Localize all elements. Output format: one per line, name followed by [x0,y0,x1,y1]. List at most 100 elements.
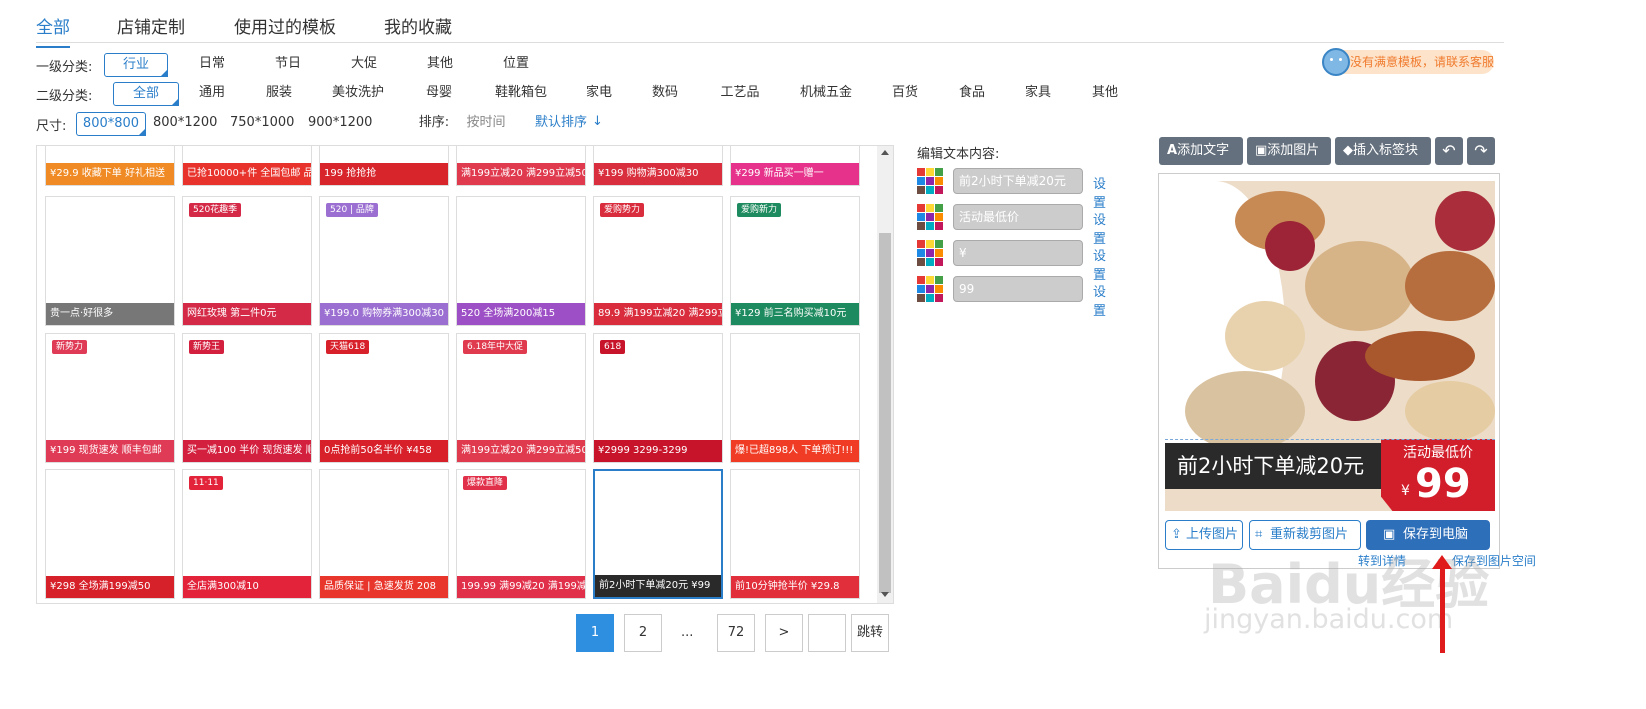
color-swatch [926,204,934,212]
grid-scrollbar[interactable] [877,146,893,603]
color-palette-icon[interactable] [917,168,943,194]
text-settings-link[interactable]: 设置 [1093,173,1106,211]
template-tile[interactable]: ¥199 购物满300减30 [593,146,723,186]
template-tile[interactable]: 520 全场满200减15 [456,196,586,326]
filter-chip-hardware[interactable]: 机械五金 [793,82,859,106]
template-badge: 618 [600,340,626,354]
filter-chip-baby[interactable]: 母婴 [416,82,462,106]
filter-chip-digital[interactable]: 数码 [645,82,685,106]
filter-chip-furniture[interactable]: 家具 [1018,82,1058,106]
filter-chip-clothing[interactable]: 服装 [251,82,307,106]
text-content-input[interactable]: 99 [953,276,1083,302]
template-tile[interactable]: 前10分钟抢半价 ¥29.8 [730,469,860,599]
text-settings-link[interactable]: 设置 [1093,245,1106,283]
tab-used-templates[interactable]: 使用过的模板 [234,13,336,38]
text-settings-link[interactable]: 设置 [1093,209,1106,247]
color-swatch [926,222,934,230]
size-chip-800x1200[interactable]: 800*1200 [153,112,217,136]
template-tile[interactable]: 已抢10000+件 全国包邮 品质保证 [182,146,312,186]
page-1-button[interactable]: 1 [576,614,614,652]
filter-chip-beauty[interactable]: 美妆洗护 [326,82,390,106]
template-tile[interactable]: 贵一点·好很多 [45,196,175,326]
color-swatch [935,168,943,176]
template-tile[interactable]: 618 ¥2999 3299-3299 [593,333,723,463]
template-tile[interactable]: 前2小时下单减20元 ¥99 [593,469,723,599]
filter-chip-general-goods[interactable]: 百货 [885,82,925,106]
filter-chip-shoes-bags[interactable]: 鞋靴箱包 [488,82,554,106]
filter-chip-other[interactable]: 其他 [410,53,470,77]
template-tile[interactable]: 爆款直降 199.99 满99减20 满199减30 [456,469,586,599]
undo-icon[interactable]: ↶ [1435,137,1463,165]
template-tile[interactable]: 6.18年中大促 满199立减20 满299立减50 [456,333,586,463]
filter-chip-food[interactable]: 食品 [952,82,992,106]
text-content-input[interactable]: 活动最低价 [953,204,1083,230]
template-tile[interactable]: ¥298 全场满199减50 [45,469,175,599]
template-tile[interactable]: 天猫618 0点抢前50名半价 ¥458 [319,333,449,463]
text-content-input[interactable]: ¥ [953,240,1083,266]
page-jump-button[interactable]: 跳转 [851,614,889,652]
size-chip-900x1200[interactable]: 900*1200 [308,112,372,136]
template-caption: 满199立减20 满299立减50 [457,163,585,185]
preview-canvas[interactable]: 前2小时下单减20元 活动最低价 ¥ 99 [1165,181,1495,511]
tab-favorites[interactable]: 我的收藏 [384,13,452,38]
color-swatch [917,294,925,302]
text-content-input[interactable]: 前2小时下单减20元 [953,168,1083,194]
tab-all[interactable]: 全部 [36,13,70,48]
template-tile[interactable]: ¥299 新品买一赠一 [730,146,860,186]
template-grid: ¥29.9 收藏下单 好礼相送已抢10000+件 全国包邮 品质保证 199 抢抢… [36,145,894,604]
template-tile[interactable]: 满199立减20 满299立减50 [456,146,586,186]
scroll-thumb[interactable] [879,233,891,593]
add-text-button[interactable]: A添加文字 [1159,137,1243,165]
color-swatch [935,294,943,302]
sort-by-time[interactable]: 按时间 [464,112,508,136]
color-palette-icon[interactable] [917,276,943,302]
sort-default[interactable]: 默认排序 [532,112,590,136]
add-image-button[interactable]: ▣添加图片 [1247,137,1331,165]
color-swatch [917,177,925,185]
color-palette-icon[interactable] [917,240,943,266]
filter-chip-position[interactable]: 位置 [486,53,546,77]
template-tile[interactable]: 11·11 全店满300减10 [182,469,312,599]
filter-chip-general[interactable]: 通用 [186,82,238,106]
page-next-button[interactable]: > [765,614,803,652]
template-caption: 199.99 满99减20 满199减30 [457,576,585,598]
template-tile[interactable]: 520花趣季 网红玫瑰 第二件0元 [182,196,312,326]
color-palette-icon[interactable] [917,204,943,230]
template-tile[interactable]: 新势力 ¥199 现货速发 顺丰包邮 [45,333,175,463]
template-tile[interactable]: 爱购势力 89.9 满199立减20 满299立减50 [593,196,723,326]
size-chip-750x1000[interactable]: 750*1000 [230,112,294,136]
template-tile[interactable]: 品质保证 | 急速发货 208 [319,469,449,599]
page-jump-input[interactable] [808,614,846,652]
filter-chip-all[interactable]: 全部 [113,82,179,106]
color-swatch [926,276,934,284]
template-tile[interactable]: 爱购新力 ¥129 前三名购买减10元 [730,196,860,326]
filter-chip-crafts[interactable]: 工艺品 [713,82,767,106]
template-tile[interactable]: 新势王买一减100 半价 现货速发 顺丰包邮 [182,333,312,463]
insert-tag-button[interactable]: ◆插入标签块 [1335,137,1431,165]
filter-chip-daily[interactable]: 日常 [182,53,242,77]
page-2-button[interactable]: 2 [624,614,662,652]
template-tile[interactable]: ¥29.9 收藏下单 好礼相送 [45,146,175,186]
contact-support-link[interactable]: 没有满意模板，请联系客服 [1322,48,1494,76]
scroll-down-icon[interactable] [881,592,889,597]
template-tile[interactable]: 爆!已超898人 下单预订!!! [730,333,860,463]
color-swatch [935,240,943,248]
text-settings-link[interactable]: 设置 [1093,281,1106,319]
redo-icon[interactable]: ↷ [1467,137,1495,165]
template-tile[interactable]: 520 | 品牌 ¥199.0 购物券满300减30 [319,196,449,326]
page-last-button[interactable]: 72 [717,614,755,652]
color-swatch [926,249,934,257]
filter-chip-other2[interactable]: 其他 [1085,82,1125,106]
template-tile[interactable]: 199 抢抢抢 [319,146,449,186]
size-chip-800x800[interactable]: 800*800 [76,112,146,136]
preview-price-box[interactable]: 活动最低价 ¥ 99 [1381,439,1495,511]
filter-chip-appliance[interactable]: 家电 [579,82,619,106]
tab-store-custom[interactable]: 店铺定制 [117,13,185,38]
preview-banner-text[interactable]: 前2小时下单减20元 [1165,443,1393,489]
filter-chip-industry[interactable]: 行业 [104,53,168,77]
template-caption: 买一减100 半价 现货速发 顺丰包邮 [183,440,311,462]
filter-chip-promo[interactable]: 大促 [334,53,394,77]
scroll-up-icon[interactable] [881,150,889,155]
filter-chip-holiday[interactable]: 节日 [258,53,318,77]
template-caption: ¥298 全场满199减50 [46,576,174,598]
